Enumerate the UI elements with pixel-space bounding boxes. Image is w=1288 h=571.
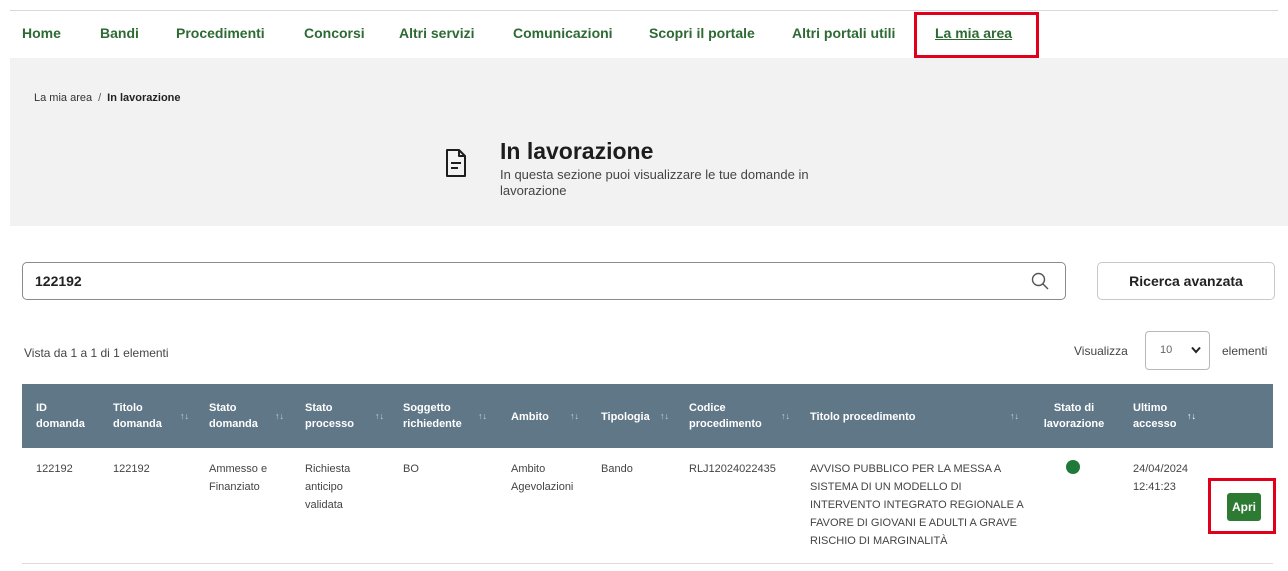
th-ultimo-accesso[interactable]: Ultimo accesso [1133, 400, 1179, 432]
main-nav: Home Bandi Procedimenti Concorsi Altri s… [0, 12, 1288, 58]
cell-titolo-procedimento: AVVISO PUBBLICO PER LA MESSA A SISTEMA D… [810, 463, 1024, 547]
cell-stato-domanda: Ammesso e Finanziato [209, 463, 268, 493]
nav-procedimenti[interactable]: Procedimenti [176, 25, 265, 41]
sort-icon[interactable]: ↑↓ [180, 411, 189, 421]
nav-altri-portali-utili[interactable]: Altri portali utili [792, 25, 895, 41]
page-subtitle: In questa sezione puoi visualizzare le t… [500, 167, 809, 198]
cell-stato-processo: Richiesta anticipo validata [305, 463, 351, 511]
cell-ultimo-accesso: 24/04/2024 12:41:23 [1133, 463, 1189, 493]
nav-concorsi[interactable]: Concorsi [304, 25, 365, 41]
sort-icon[interactable]: ↑↓ [570, 411, 579, 421]
search-input[interactable]: 122192 [22, 262, 1066, 300]
page-title: In lavorazione [500, 138, 654, 164]
page-size-value: 10 [1160, 344, 1173, 356]
chevron-down-icon [1191, 346, 1201, 354]
elements-label: elementi [1222, 344, 1268, 358]
th-titolo-domanda[interactable]: Titolo domanda [113, 400, 163, 432]
page-size-select[interactable]: 10 [1145, 331, 1210, 370]
th-stato-processo[interactable]: Stato processo [305, 400, 355, 432]
th-stato-lavorazione[interactable]: Stato di lavorazione [1040, 400, 1108, 432]
apri-button[interactable]: Apri [1227, 493, 1261, 521]
search-value: 122192 [35, 273, 82, 289]
th-id-domanda[interactable]: ID domanda [36, 400, 85, 432]
advanced-search-button[interactable]: Ricerca avanzata [1097, 262, 1275, 300]
th-tipologia[interactable]: Tipologia [601, 409, 661, 425]
sort-icon[interactable]: ↑↓ [478, 411, 487, 421]
breadcrumb-separator: / [98, 92, 102, 104]
breadcrumb-current: In lavorazione [107, 92, 181, 104]
th-stato-domanda[interactable]: Stato domanda [209, 400, 259, 432]
status-indicator [1066, 460, 1080, 474]
cell-titolo-domanda: 122192 [113, 463, 150, 475]
document-icon [446, 149, 466, 177]
th-soggetto-richiedente[interactable]: Soggetto richiedente [403, 400, 473, 432]
th-titolo-procedimento[interactable]: Titolo procedimento [810, 409, 990, 425]
nav-home[interactable]: Home [22, 25, 61, 41]
sort-icon[interactable]: ↑↓ [781, 411, 790, 421]
nav-la-mia-area[interactable]: La mia area [935, 25, 1012, 41]
sort-icon[interactable]: ↑↓ [1010, 411, 1019, 421]
sort-icon[interactable]: ↑↓ [275, 411, 284, 421]
nav-scopri-il-portale[interactable]: Scopri il portale [649, 25, 755, 41]
cell-soggetto-richiedente: BO [403, 463, 419, 475]
search-icon[interactable] [1031, 272, 1049, 290]
nav-comunicazioni[interactable]: Comunicazioni [513, 25, 613, 41]
cell-id-domanda: 122192 [36, 463, 73, 475]
cell-codice-procedimento: RLJ12024022435 [689, 463, 776, 475]
sort-icon[interactable]: ↑↓ [660, 411, 669, 421]
th-codice-procedimento[interactable]: Codice procedimento [689, 400, 769, 432]
nav-bandi[interactable]: Bandi [100, 25, 139, 41]
results-info: Vista da 1 a 1 di 1 elementi [24, 346, 169, 360]
sort-icon[interactable]: ↑↓ [375, 411, 384, 421]
breadcrumb-parent[interactable]: La mia area [34, 92, 92, 104]
nav-altri-servizi[interactable]: Altri servizi [399, 25, 474, 41]
top-divider [10, 10, 1278, 11]
page-size-label: Visualizza [1074, 344, 1128, 358]
cell-tipologia: Bando [601, 463, 633, 475]
breadcrumb: La mia area / In lavorazione [34, 92, 181, 104]
th-ambito[interactable]: Ambito [511, 409, 571, 425]
sort-icon[interactable]: ↑↓ [1187, 411, 1196, 421]
cell-ambito: Ambito Agevolazioni [511, 463, 574, 493]
